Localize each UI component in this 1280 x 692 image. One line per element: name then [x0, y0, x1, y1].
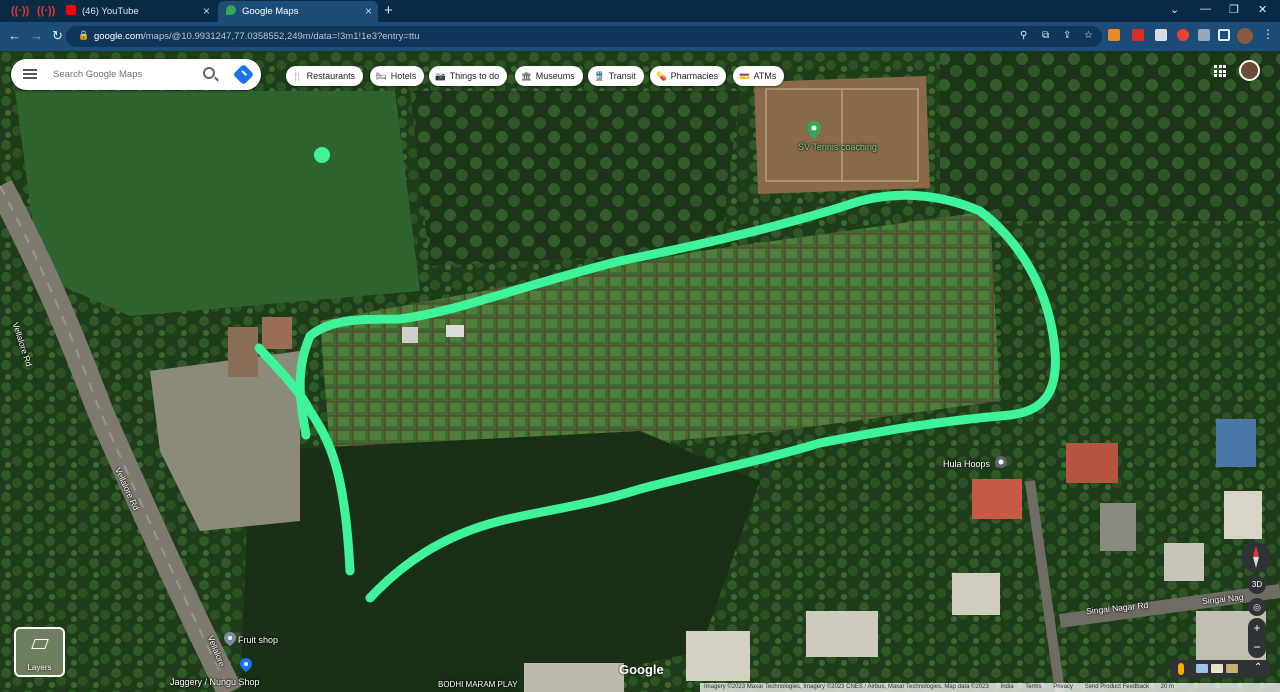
location-icon[interactable]: ⚲	[1020, 30, 1027, 41]
place-label-hula-hoops[interactable]: Hula Hoops	[943, 459, 990, 469]
google-apps-icon[interactable]	[1214, 65, 1226, 77]
chip-transit[interactable]: 🚆 Transit	[588, 66, 644, 86]
google-maps-icon	[226, 5, 236, 15]
camera-icon: 📷	[435, 71, 446, 81]
chip-label: ATMs	[753, 71, 777, 81]
chip-label: Restaurants	[306, 71, 356, 81]
place-label-tennis[interactable]: SV Tennis coaching	[798, 142, 877, 152]
minimize-icon[interactable]: —	[1200, 3, 1211, 15]
place-label-playground[interactable]: BODHI MARAM PLAY	[438, 680, 517, 689]
zoom-out-button[interactable]: −	[1248, 638, 1266, 658]
scale-label[interactable]: 20 m	[1161, 684, 1174, 690]
extension-icon[interactable]	[1155, 29, 1167, 41]
youtube-icon	[66, 5, 76, 15]
hotel-icon: 🛏	[376, 71, 387, 81]
zoom-in-button[interactable]: +	[1248, 618, 1266, 638]
chip-hotels[interactable]: 🛏 Hotels	[370, 66, 425, 86]
google-logo: Google	[619, 662, 664, 677]
place-label-fruit-shop[interactable]: Fruit shop	[238, 635, 278, 645]
attribution-text: Imagery ©2023 Maxar Technologies, Imager…	[704, 684, 989, 690]
reload-icon[interactable]: ↻	[52, 28, 63, 44]
directions-icon[interactable]	[232, 63, 255, 86]
street-view-bar: ⌃	[1170, 660, 1270, 678]
my-location-icon[interactable]: ◎	[1248, 598, 1266, 616]
tilt-3d-button[interactable]: 3D	[1248, 576, 1266, 594]
chip-museums[interactable]: 🏛 Museums	[515, 66, 583, 86]
open-in-app-icon[interactable]: ⧉	[1042, 30, 1049, 41]
map-canvas[interactable]: Search Google Maps 🍴 Restaurants 🛏 Hotels …	[0, 51, 1280, 692]
pegman-icon[interactable]	[1178, 663, 1184, 675]
imagery-thumbnail[interactable]	[1211, 664, 1223, 673]
account-avatar[interactable]	[1239, 60, 1260, 81]
tab-title: (46) YouTube	[82, 6, 139, 17]
place-pin-icon[interactable]	[240, 658, 252, 672]
layers-label: Layers	[27, 663, 52, 672]
chip-label: Things to do	[449, 71, 500, 81]
chip-pharmacies[interactable]: 💊 Pharmacies	[650, 66, 727, 86]
pinned-tab-icon[interactable]: ((·))	[37, 4, 55, 18]
close-window-icon[interactable]: ✕	[1258, 3, 1267, 16]
place-pin-icon[interactable]	[995, 456, 1007, 468]
browser-tab-strip: ((·)) ((·)) (46) YouTube × Google Maps ×…	[0, 0, 1280, 22]
address-bar[interactable]: 🔒 google.com/maps/@10.9931247,77.0358552…	[66, 26, 1102, 47]
chip-things-to-do[interactable]: 📷 Things to do	[429, 66, 508, 86]
chip-restaurants[interactable]: 🍴 Restaurants	[286, 66, 364, 86]
restaurant-icon: 🍴	[292, 71, 303, 81]
chip-label: Museums	[535, 71, 575, 81]
compass-icon[interactable]	[1241, 542, 1271, 572]
browser-menu-icon[interactable]: ⋮	[1262, 27, 1274, 41]
tab-youtube[interactable]: (46) YouTube ×	[58, 1, 216, 22]
extension-icon[interactable]	[1132, 29, 1144, 41]
lock-icon[interactable]: 🔒	[78, 30, 89, 41]
tab-google-maps[interactable]: Google Maps ×	[218, 1, 378, 22]
hamburger-menu-icon[interactable]	[23, 67, 37, 81]
tab-search-icon[interactable]: ⌄	[1170, 3, 1179, 16]
footer-link-feedback[interactable]: Send Product Feedback	[1085, 684, 1149, 690]
footer-link-terms[interactable]: Terms	[1025, 684, 1041, 690]
footer-link-india[interactable]: India	[1001, 684, 1014, 690]
chip-label: Hotels	[390, 71, 417, 81]
transit-icon: 🚆	[594, 71, 605, 81]
close-tab-icon[interactable]: ×	[203, 1, 210, 22]
profile-avatar[interactable]	[1237, 28, 1253, 44]
layers-button[interactable]: Layers	[14, 627, 65, 677]
pinned-tab-icon[interactable]: ((·))	[11, 4, 29, 18]
extensions-puzzle-icon[interactable]	[1198, 29, 1210, 41]
atm-icon: 💳	[739, 71, 750, 81]
chip-label: Pharmacies	[670, 71, 719, 81]
url-text: google.com/maps/@10.9931247,77.0358552,2…	[94, 31, 420, 42]
zoom-control: + −	[1248, 618, 1266, 658]
side-panel-icon[interactable]	[1218, 29, 1230, 41]
chip-atms[interactable]: 💳 ATMs	[733, 66, 785, 86]
restore-icon[interactable]: ❐	[1229, 3, 1239, 16]
new-tab-button[interactable]: +	[384, 2, 393, 20]
chip-label: Transit	[608, 71, 636, 81]
browser-toolbar: ← → ↻ 🔒 google.com/maps/@10.9931247,77.0…	[0, 22, 1280, 51]
imagery-thumbnail[interactable]	[1196, 664, 1208, 673]
share-icon[interactable]: ⇪	[1063, 30, 1071, 41]
expand-up-icon[interactable]: ⌃	[1254, 662, 1262, 673]
footer-link-privacy[interactable]: Privacy	[1053, 684, 1073, 690]
forward-icon[interactable]: →	[30, 28, 43, 44]
back-icon[interactable]: ←	[8, 28, 21, 44]
close-tab-icon[interactable]: ×	[365, 1, 372, 22]
place-pin-icon[interactable]	[224, 632, 236, 646]
map-attribution-bar: Imagery ©2023 Maxar Technologies, Imager…	[700, 683, 1280, 692]
satellite-imagery	[0, 51, 1280, 692]
search-input[interactable]: Search Google Maps	[53, 59, 142, 90]
extension-icon[interactable]	[1108, 29, 1120, 41]
imagery-thumbnail[interactable]	[1226, 664, 1238, 673]
pharmacy-icon: 💊	[656, 71, 667, 81]
place-pin-icon[interactable]	[807, 121, 821, 139]
search-icon[interactable]	[203, 67, 215, 79]
search-box[interactable]: Search Google Maps	[11, 59, 261, 90]
bookmark-star-icon[interactable]: ☆	[1084, 30, 1093, 41]
museum-icon: 🏛	[521, 71, 532, 81]
extension-icon[interactable]	[1177, 29, 1189, 41]
layers-icon	[31, 639, 49, 649]
place-label-jaggery-shop[interactable]: Jaggery / Nungu Shop	[170, 677, 260, 687]
tab-title: Google Maps	[242, 6, 299, 17]
